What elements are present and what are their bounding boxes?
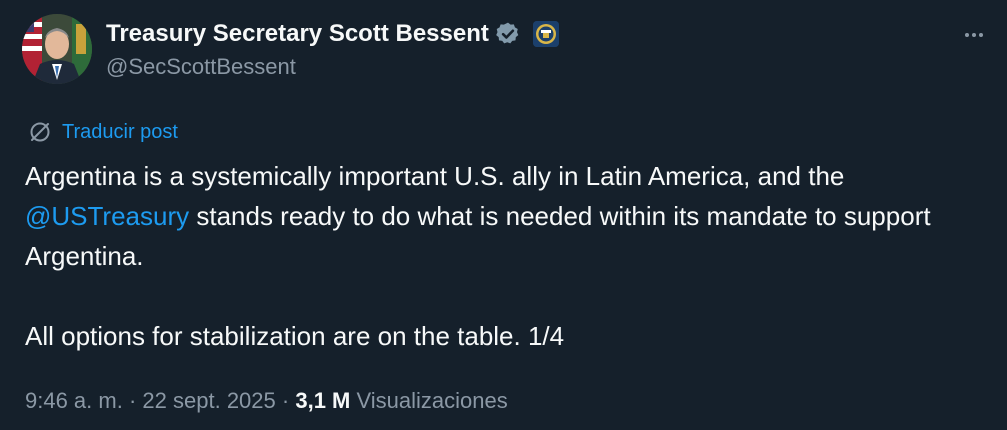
meta-separator: · [128,388,137,413]
post-body: Argentina is a systemically important U.… [25,156,985,356]
treasury-seal-icon[interactable] [532,21,559,47]
post-date[interactable]: 22 sept. 2025 [142,388,275,413]
more-dots-icon[interactable] [959,20,989,50]
views-label: Visualizaciones [356,388,508,413]
post-text-line1: Argentina is a systemically important U.… [25,161,845,191]
post-meta: 9:46 a. m. · 22 sept. 2025 · 3,1 M Visua… [25,388,508,414]
avatar[interactable] [22,14,92,84]
author-handle[interactable]: @SecScottBessent [106,54,559,80]
post-paragraph-2: All options for stabilization are on the… [25,321,565,351]
meta-separator: · [281,388,290,413]
views-count: 3,1 M [295,388,351,413]
name-row: Treasury Secretary Scott Bessent [106,20,559,48]
avatar-image [22,14,92,84]
translate-post-button[interactable]: Traducir post [28,120,178,144]
translate-label: Traducir post [62,120,178,143]
mention-link[interactable]: @USTreasury [25,201,189,231]
display-name[interactable]: Treasury Secretary Scott Bessent [106,20,489,48]
post-time[interactable]: 9:46 a. m. [25,388,123,413]
tweet-header: Treasury Secretary Scott Bessent @SecSco… [22,14,559,84]
post-paragraph-1: Argentina is a systemically important U.… [25,156,985,276]
author-names: Treasury Secretary Scott Bessent @SecSco… [106,20,559,80]
verified-badge-icon[interactable] [495,21,521,47]
tweet-card: Treasury Secretary Scott Bessent @SecSco… [0,0,1007,430]
translate-globe-icon [28,120,52,144]
